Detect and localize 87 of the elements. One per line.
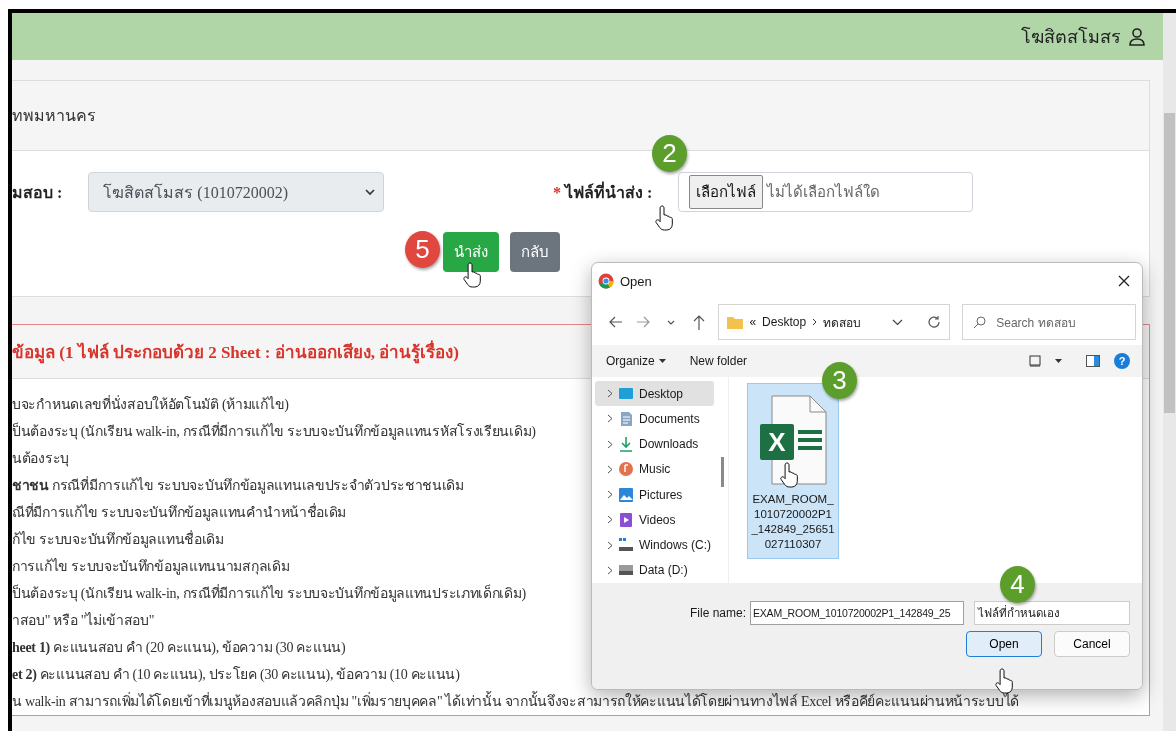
nav-item[interactable]: Data (D:)	[595, 557, 714, 583]
nav-label[interactable]: Desktop	[639, 386, 684, 401]
expand-chevron-icon[interactable]	[607, 414, 613, 424]
chevron-down-icon[interactable]	[892, 318, 904, 326]
dialog-title: Open	[620, 273, 653, 289]
forward-arrow-icon[interactable]	[636, 316, 651, 328]
cancel-button[interactable]: Cancel	[1054, 631, 1130, 657]
back-arrow-icon[interactable]	[608, 316, 623, 328]
help-icon[interactable]: ?	[1114, 353, 1130, 369]
user-name[interactable]: โฆสิตสโมสร	[1021, 22, 1121, 51]
instructions-title: ข้อมูล (1 ไฟล์ ประกอบด้วย 2 Sheet : อ่านออกเสียง, อ่านรู้เรื่อง)	[12, 338, 459, 365]
organize-menu[interactable]: Organize	[606, 354, 666, 368]
instruction-line: าสอบ" หรือ "ไม่เข้าสอบ"	[12, 611, 155, 630]
hand-cursor-icon	[655, 205, 675, 232]
breadcrumb-item[interactable]: ทดสอบ	[823, 312, 862, 332]
nav-label[interactable]: Windows (C:)	[639, 538, 711, 553]
music-icon	[618, 461, 634, 478]
expand-chevron-icon[interactable]	[607, 389, 613, 399]
user-icon[interactable]	[1129, 27, 1145, 46]
view-icon[interactable]	[1029, 355, 1041, 367]
expand-chevron-icon[interactable]	[607, 565, 613, 575]
nav-item[interactable]: Desktop	[595, 381, 714, 407]
file-name-label: File name:	[689, 606, 746, 620]
pictures-icon	[618, 486, 634, 503]
new-folder-button[interactable]: New folder	[689, 354, 748, 368]
instruction-line: heet 1) คะแนนสอบ คำ (20 คะแนน), ข้อความ (30 คะแนน)	[12, 639, 346, 657]
instruction-line: ป็นต้องระบุ (นักเรียน walk-in, กรณีที่มีการแก้ไข ระบบจะบันทึกข้อมูลแทนประเภทเด็กเดิม)	[12, 583, 526, 604]
desktop-icon	[618, 385, 634, 402]
expand-chevron-icon[interactable]	[607, 464, 613, 474]
folder-icon	[727, 315, 744, 329]
card-text: ทพมหานคร	[12, 106, 96, 126]
nav-label[interactable]: Downloads	[639, 437, 699, 452]
nav-item[interactable]: Videos	[595, 507, 714, 533]
file-input[interactable]: เลือกไฟล์ ไม่ได้เลือกไฟล์ใด	[678, 172, 974, 212]
system-drive-icon	[618, 537, 634, 554]
instruction-line: น walk-in สามารถเพิ่มได้โดยเข้าที่เมนูห้องสอบแล้วคลิกปุ่ม "เพิ่มรายบุคคล" ได้เท่านั้น จากนั้นจึงจะสามารถให้คะแนนได้โดยผ่านทางไฟล์ Excel หรือคีย์คะแนนผ่านหน้าระบบได้	[12, 688, 1019, 715]
expand-chevron-icon[interactable]	[607, 515, 613, 525]
room-select[interactable]: โฆสิตสโมสร (1010720002)	[88, 172, 385, 212]
nav-label[interactable]: Videos	[639, 512, 676, 527]
browser-logo-icon	[598, 273, 614, 289]
hand-cursor-icon	[463, 262, 483, 289]
refresh-icon[interactable]	[927, 315, 942, 329]
field-label: * ไฟล์ที่นำส่ง :	[552, 180, 653, 203]
instruction-line: ก้ไข ระบบจะบันทึกข้อมูลแทนชื่อเดิม	[12, 529, 224, 550]
nav-item[interactable]: Music	[595, 456, 714, 482]
instruction-line: บจะกำหนดเลขที่นั่งสอบให้อัตโนมัติ (ห้ามแก้ไข)	[12, 394, 289, 414]
breadcrumb-item[interactable]: Desktop	[762, 315, 807, 329]
nav-item[interactable]: Windows (C:)	[595, 532, 714, 558]
caret-icon[interactable]	[658, 359, 666, 363]
instruction-line: ป็นต้องระบุ (นักเรียน walk-in, กรณีที่มีการแก้ไข ระบบจะบันทึกข้อมูลแทนรหัสโรงเรียนเดิม)	[12, 421, 536, 442]
nav-item[interactable]: Downloads	[595, 431, 714, 457]
chevron-icon	[812, 318, 818, 326]
close-icon[interactable]	[1118, 275, 1130, 287]
file-type-select[interactable]: ไฟล์ที่กำหนดเอง	[974, 601, 1130, 625]
file-name: EXAM_ROOM_1010720002P1_142849_25651027110307	[751, 492, 835, 552]
field-label: มสอบ :	[12, 182, 63, 203]
nav-label[interactable]: Music	[639, 462, 671, 477]
choose-file-button[interactable]: เลือกไฟล์	[689, 175, 764, 209]
nav-label[interactable]: Pictures	[639, 487, 683, 502]
expand-chevron-icon[interactable]	[607, 540, 613, 550]
instruction-line: ณีที่มีการแก้ไข ระบบจะบันทึกข้อมูลแทนคำนำหน้าชื่อเดิม	[12, 502, 347, 523]
videos-icon	[618, 511, 634, 528]
instruction-line: ชาชน กรณีที่มีการแก้ไข ระบบจะบันทึกข้อมูลแทนเลขประจำตัวประชาชนเดิม	[12, 475, 464, 496]
back-button[interactable]: กลับ	[510, 232, 560, 272]
documents-icon	[618, 410, 634, 427]
scrollbar[interactable]	[1163, 13, 1176, 731]
open-button[interactable]: Open	[966, 631, 1042, 657]
preview-pane-icon[interactable]	[1086, 355, 1100, 367]
caret-icon[interactable]	[667, 319, 675, 325]
search-field[interactable]: Search ทดสอบ	[962, 304, 1136, 340]
nav-item[interactable]: Pictures	[595, 482, 714, 508]
nav-item[interactable]: Documents	[595, 406, 714, 432]
up-arrow-icon[interactable]	[692, 314, 705, 330]
instruction-line: et 2) คะแนนสอบ คำ (10 คะแนน), ประโยค (30 คะแนน), ข้อความ (10 คะแนน)	[12, 665, 460, 684]
hand-cursor-icon	[780, 462, 800, 489]
nav-label[interactable]: Documents	[639, 411, 700, 426]
caret-icon[interactable]	[1055, 359, 1062, 363]
instruction-line: การแก้ไข ระบบจะบันทึกข้อมูลแทนนามสกุลเดิม	[12, 557, 290, 577]
file-name-field[interactable]: EXAM_ROOM_1010720002P1_142849_25	[750, 601, 964, 625]
downloads-icon	[618, 436, 634, 453]
search-icon	[973, 315, 987, 329]
expand-chevron-icon[interactable]	[607, 439, 613, 449]
instruction-line: นต้องระบุ	[12, 450, 69, 469]
address-bar[interactable]: « Desktop ทดสอบ	[718, 304, 951, 340]
chevron-down-icon[interactable]	[365, 188, 376, 196]
expand-chevron-icon[interactable]	[607, 490, 613, 500]
nav-label[interactable]: Data (D:)	[639, 563, 688, 578]
